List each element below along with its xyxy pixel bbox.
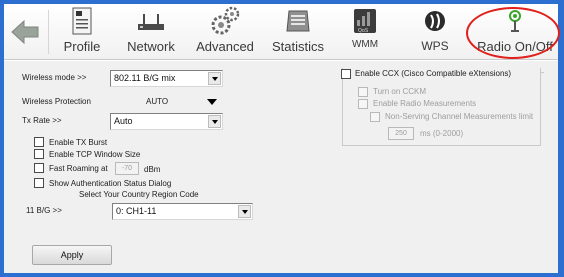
wmm-icon: QoS: [352, 6, 378, 36]
region-title: Select Your Country Region Code: [79, 190, 199, 199]
wireless-mode-select[interactable]: 802.11 B/G mix: [110, 70, 223, 87]
toolbar-wmm-button[interactable]: QoS WMM: [340, 6, 390, 58]
non-serving-checkbox[interactable]: [370, 112, 380, 122]
apply-button[interactable]: Apply: [32, 245, 112, 265]
region-value: 0: CH1-11: [116, 206, 157, 216]
show-auth-label: Show Authentication Status Dialog: [49, 179, 172, 188]
chevron-down-icon[interactable]: [208, 115, 221, 128]
wireless-mode-value: 802.11 B/G mix: [114, 73, 176, 83]
toolbar-radio-button[interactable]: Radio On/Off: [475, 6, 555, 58]
wireless-protection-label: Wireless Protection: [22, 97, 91, 106]
turn-on-cckm-checkbox[interactable]: [358, 87, 368, 97]
show-auth-checkbox[interactable]: [34, 178, 44, 188]
network-icon: [135, 6, 167, 36]
tx-rate-label: Tx Rate >>: [22, 116, 62, 125]
toolbar-separator: [48, 10, 49, 54]
toolbar-wps-button[interactable]: WPS: [412, 6, 458, 58]
wireless-mode-label: Wireless mode >>: [22, 73, 87, 82]
tx-rate-select[interactable]: Auto: [110, 113, 223, 130]
tx-burst-checkbox[interactable]: [34, 137, 44, 147]
toolbar-statistics-label: Statistics: [271, 39, 324, 54]
gears-icon: [209, 6, 241, 36]
protection-dropdown-icon[interactable]: [207, 99, 217, 105]
wireless-protection-value[interactable]: AUTO: [146, 97, 168, 106]
back-button[interactable]: [10, 18, 40, 46]
svg-text:QoS: QoS: [358, 28, 368, 34]
enable-ccx-checkbox[interactable]: [341, 69, 351, 79]
fast-roaming-unit: dBm: [144, 165, 161, 174]
toolbar-statistics-button[interactable]: Statistics: [266, 6, 330, 58]
left-settings: Wireless mode >> 802.11 B/G mix Wireless…: [22, 65, 272, 265]
wps-icon: [423, 6, 447, 36]
radio-icon: [505, 6, 525, 36]
non-serving-label: Non-Serving Channel Measurements limit: [385, 112, 534, 121]
toolbar-profile-label: Profile: [63, 39, 101, 54]
toolbar-wps-label: WPS: [421, 39, 449, 53]
fast-roaming-checkbox[interactable]: [34, 163, 44, 173]
tx-burst-label: Enable TX Burst: [49, 138, 108, 147]
tx-rate-value: Auto: [114, 116, 133, 126]
toolbar-advanced-label: Advanced: [196, 39, 254, 54]
region-select[interactable]: 0: CH1-11: [112, 203, 253, 220]
toolbar-wmm-label: WMM: [351, 39, 379, 50]
chevron-down-icon[interactable]: [208, 72, 221, 85]
advanced-panel: Wireless mode >> 802.11 B/G mix Wireless…: [4, 61, 558, 273]
fast-roaming-label: Fast Roaming at: [49, 164, 108, 173]
radio-measurements-checkbox[interactable]: [358, 99, 368, 109]
toolbar-network-button[interactable]: Network: [121, 6, 181, 58]
toolbar: Profile Network Advanced Statistics QoS …: [4, 4, 558, 60]
toolbar-advanced-button[interactable]: Advanced: [193, 6, 257, 58]
groupbox-line: [540, 72, 544, 73]
radio-measurements-label: Enable Radio Measurements: [373, 99, 477, 108]
enable-ccx-label: Enable CCX (Cisco Compatible eXtensions): [355, 69, 515, 78]
turn-on-cckm-label: Turn on CCKM: [373, 87, 427, 96]
back-arrow-icon: [11, 19, 39, 45]
statistics-icon: [284, 6, 312, 36]
ms-unit-label: ms (0-2000): [420, 129, 464, 138]
ms-input[interactable]: 250: [388, 127, 414, 140]
chevron-down-icon[interactable]: [238, 205, 251, 218]
region-label: 11 B/G >>: [26, 206, 62, 215]
fast-roaming-input[interactable]: -70: [115, 162, 139, 175]
profile-icon: [71, 6, 93, 36]
tcp-window-checkbox[interactable]: [34, 149, 44, 159]
tcp-window-label: Enable TCP Window Size: [49, 150, 141, 159]
toolbar-profile-button[interactable]: Profile: [55, 6, 109, 58]
toolbar-network-label: Network: [127, 39, 175, 54]
toolbar-radio-label: Radio On/Off: [477, 39, 553, 54]
